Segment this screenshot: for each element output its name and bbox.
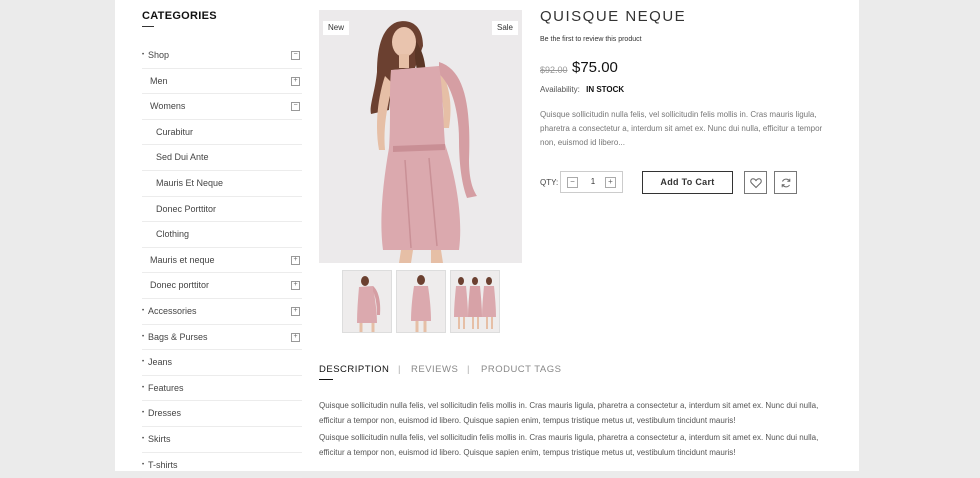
sidebar-item-shop[interactable]: •Shop− — [142, 43, 302, 69]
sidebar-item-label: Features — [148, 383, 184, 393]
sidebar-item-t-shirts[interactable]: •T-shirts — [142, 453, 302, 478]
active-tab-indicator — [319, 379, 333, 380]
heart-icon — [750, 177, 762, 189]
sidebar-item-label: Jeans — [148, 357, 172, 367]
sidebar-item-donec-porttitor[interactable]: Donec porttitor + — [142, 273, 302, 299]
sidebar-item-accessories[interactable]: •Accessories+ — [142, 299, 302, 325]
sidebar-item-label: Skirts — [148, 434, 171, 444]
collapse-icon[interactable]: − — [291, 102, 300, 111]
old-price: $92.00 — [540, 65, 568, 75]
description-paragraph: Quisque sollicitudin nulla felis, vel so… — [319, 398, 839, 428]
product-main-image[interactable]: New Sale — [319, 10, 522, 263]
sidebar-item-bags-purses[interactable]: •Bags & Purses+ — [142, 325, 302, 351]
sidebar-item-label: Clothing — [156, 229, 189, 239]
sidebar-item-curabitur[interactable]: Curabitur — [142, 120, 302, 146]
sidebar-item-sed-dui-ante[interactable]: Sed Dui Ante — [142, 145, 302, 171]
model-photo — [319, 10, 522, 263]
availability-value: IN STOCK — [586, 85, 624, 94]
short-description: Quisque sollicitudin nulla felis, vel so… — [540, 108, 835, 150]
expand-icon[interactable]: + — [291, 307, 300, 316]
categories-title-underline — [142, 26, 154, 27]
sidebar-item-label: Men — [150, 76, 168, 86]
compare-button[interactable] — [774, 171, 797, 194]
thumbnail-3[interactable] — [450, 270, 500, 333]
sidebar-item-mauris-et-neque[interactable]: Mauris Et Neque — [142, 171, 302, 197]
sidebar-item-donec-porttitor[interactable]: Donec Porttitor — [142, 197, 302, 223]
sidebar-item-label: Mauris et neque — [150, 255, 215, 265]
qty-input[interactable]: 1 — [586, 177, 600, 186]
tab-separator: | — [398, 364, 401, 375]
sidebar-item-label: Womens — [150, 101, 185, 111]
sidebar-item-label: Sed Dui Ante — [156, 152, 209, 162]
tab-description[interactable]: DESCRIPTION — [319, 364, 389, 375]
category-list: •Shop−Men+Womens−CurabiturSed Dui AnteMa… — [142, 43, 302, 478]
tab-reviews[interactable]: REVIEWS — [411, 364, 458, 375]
product-page: CATEGORIES •Shop−Men+Womens−CurabiturSed… — [115, 0, 859, 471]
sidebar-item-label: Curabitur — [156, 127, 193, 137]
qty-minus-button[interactable]: − — [567, 177, 578, 188]
tab-separator: | — [467, 364, 470, 375]
sidebar-item-label: Bags & Purses — [148, 332, 208, 342]
sidebar-item-label: Mauris Et Neque — [156, 178, 223, 188]
sidebar-item-clothing[interactable]: Clothing — [142, 222, 302, 248]
badge-new: New — [323, 21, 349, 35]
description-content: Quisque sollicitudin nulla felis, vel so… — [319, 398, 839, 462]
expand-icon[interactable]: + — [291, 281, 300, 290]
sidebar-item-womens[interactable]: Womens − — [142, 94, 302, 120]
refresh-icon — [780, 177, 792, 189]
review-link[interactable]: Be the first to review this product — [540, 36, 642, 43]
sidebar-item-label: Accessories — [148, 306, 197, 316]
expand-icon[interactable]: + — [291, 256, 300, 265]
badge-sale: Sale — [492, 21, 518, 35]
quantity-stepper: − 1 + — [560, 171, 623, 193]
collapse-icon[interactable]: − — [291, 51, 300, 60]
availability-label: Availability: — [540, 85, 580, 94]
sidebar-item-men[interactable]: Men + — [142, 69, 302, 95]
sidebar-item-label: Donec porttitor — [150, 280, 209, 290]
sidebar-item-label: Dresses — [148, 408, 181, 418]
sidebar-item-jeans[interactable]: •Jeans — [142, 350, 302, 376]
qty-label: QTY: — [540, 178, 558, 187]
sidebar-item-label: Donec Porttitor — [156, 204, 216, 214]
expand-icon[interactable]: + — [291, 77, 300, 86]
sidebar-item-skirts[interactable]: •Skirts — [142, 427, 302, 453]
qty-plus-button[interactable]: + — [605, 177, 616, 188]
thumbnail-2[interactable] — [396, 270, 446, 333]
description-paragraph: Quisque sollicitudin nulla felis, vel so… — [319, 430, 839, 460]
sidebar-item-label: T-shirts — [148, 460, 178, 470]
add-to-cart-button[interactable]: Add To Cart — [642, 171, 733, 194]
sidebar-item-features[interactable]: •Features — [142, 376, 302, 402]
sidebar-item-dresses[interactable]: •Dresses — [142, 401, 302, 427]
categories-title: CATEGORIES — [142, 10, 217, 22]
expand-icon[interactable]: + — [291, 333, 300, 342]
current-price: $75.00 — [572, 59, 618, 76]
thumbnail-1[interactable] — [342, 270, 392, 333]
availability: Availability: IN STOCK — [540, 85, 624, 94]
tab-product-tags[interactable]: PRODUCT TAGS — [481, 364, 561, 375]
product-title: QUISQUE NEQUE — [540, 8, 686, 25]
sidebar-item-label: Shop — [148, 50, 169, 60]
sidebar-item-mauris-et-neque[interactable]: Mauris et neque + — [142, 248, 302, 274]
wishlist-button[interactable] — [744, 171, 767, 194]
